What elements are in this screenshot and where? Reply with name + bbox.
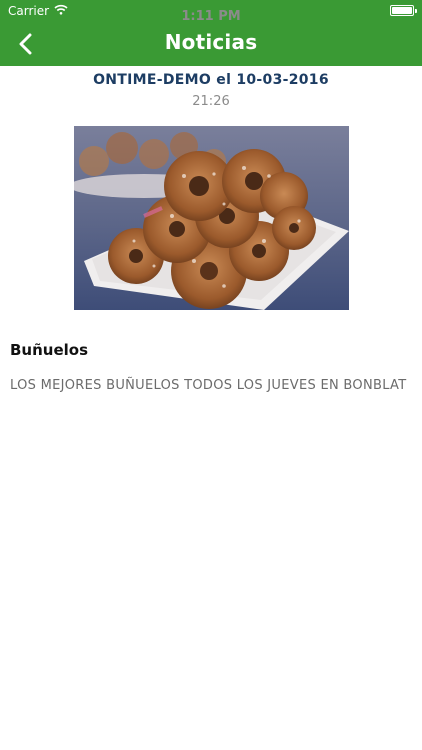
author-date: ONTIME-DEMO el 10-03-2016 [93,72,329,88]
header-bar: Carrier 1:11 PM Noticias [0,0,422,66]
navigation-bar: Noticias [0,22,422,66]
battery-icon [390,5,417,16]
news-detail: ONTIME-DEMO el 10-03-2016 21:26 Buñuelos… [0,66,422,393]
news-meta: ONTIME-DEMO el 10-03-2016 21:26 [0,72,422,109]
news-title: Buñuelos [10,341,89,359]
news-image [74,126,349,310]
news-time: 21:26 [192,94,230,109]
status-bar: Carrier 1:11 PM [0,0,422,24]
page-title: Noticias [164,30,258,54]
news-description: LOS MEJORES BUÑUELOS TODOS LOS JUEVES EN… [10,378,407,393]
